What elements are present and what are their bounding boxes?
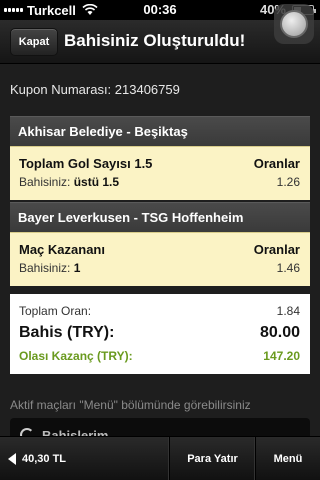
odd-value: 1.46 bbox=[276, 261, 300, 275]
pick-label: Bahisiniz: üstü 1.5 bbox=[19, 175, 120, 189]
bet-selection: Maç Kazananı Oranlar Bahisiniz: 1 1.46 bbox=[10, 232, 310, 286]
match-title: Akhisar Belediye - Beşiktaş bbox=[10, 116, 310, 146]
potential-win-label: Olası Kazanç (TRY): bbox=[19, 349, 133, 363]
total-odds-value: 1.84 bbox=[276, 304, 300, 318]
menu-button[interactable]: Menü bbox=[256, 437, 320, 480]
total-odds-row: Toplam Oran: 1.84 bbox=[19, 304, 300, 318]
bottom-toolbar: 40,30 TL Para Yatır Menü bbox=[0, 436, 320, 480]
stake-value: 80.00 bbox=[259, 324, 300, 341]
triangle-left-icon bbox=[8, 452, 16, 465]
pick-label: Bahisiniz: 1 bbox=[19, 261, 81, 275]
pick-value: 1 bbox=[73, 261, 81, 275]
bet-selection: Toplam Gol Sayısı 1.5 Oranlar Bahisiniz:… bbox=[10, 146, 310, 200]
stake-label: Bahis (TRY): bbox=[19, 324, 115, 341]
total-odds-label: Toplam Oran: bbox=[19, 304, 92, 318]
deposit-button[interactable]: Para Yatır bbox=[170, 437, 256, 480]
odds-label: Oranlar bbox=[253, 156, 300, 171]
status-bar: Turkcell 00:36 40% bbox=[0, 0, 320, 20]
market-name: Toplam Gol Sayısı 1.5 bbox=[19, 156, 153, 171]
bet-card: Bayer Leverkusen - TSG Hoffenheim Maç Ka… bbox=[10, 202, 310, 286]
potential-win-value: 147.20 bbox=[263, 349, 300, 363]
stake-row: Bahis (TRY): 80.00 bbox=[19, 324, 300, 342]
bet-card: Akhisar Belediye - Beşiktaş Toplam Gol S… bbox=[10, 116, 310, 200]
bet-summary: Toplam Oran: 1.84 Bahis (TRY): 80.00 Ola… bbox=[10, 294, 310, 374]
bet-confirmation-content: Kupon Numarası: 213406759 Akhisar Beledi… bbox=[0, 64, 320, 476]
info-text: Aktif maçları "Menü" bölümünde görebilir… bbox=[10, 398, 251, 412]
potential-win-row: Olası Kazanç (TRY): 147.20 bbox=[19, 349, 300, 363]
match-title: Bayer Leverkusen - TSG Hoffenheim bbox=[10, 202, 310, 232]
balance-value: 40,30 TL bbox=[22, 452, 67, 465]
market-name: Maç Kazananı bbox=[19, 242, 105, 257]
balance-button[interactable]: 40,30 TL bbox=[0, 437, 170, 480]
odds-label: Oranlar bbox=[253, 242, 300, 257]
navigation-bar: Kapat Bahisiniz Oluşturuldu! bbox=[0, 20, 320, 64]
assistive-touch-button[interactable] bbox=[274, 4, 314, 44]
pick-value: üstü 1.5 bbox=[73, 175, 120, 189]
coupon-number: Kupon Numarası: 213406759 bbox=[10, 82, 180, 97]
page-title: Bahisiniz Oluşturuldu! bbox=[64, 31, 246, 50]
odd-value: 1.26 bbox=[276, 175, 300, 189]
close-button[interactable]: Kapat bbox=[10, 28, 58, 56]
